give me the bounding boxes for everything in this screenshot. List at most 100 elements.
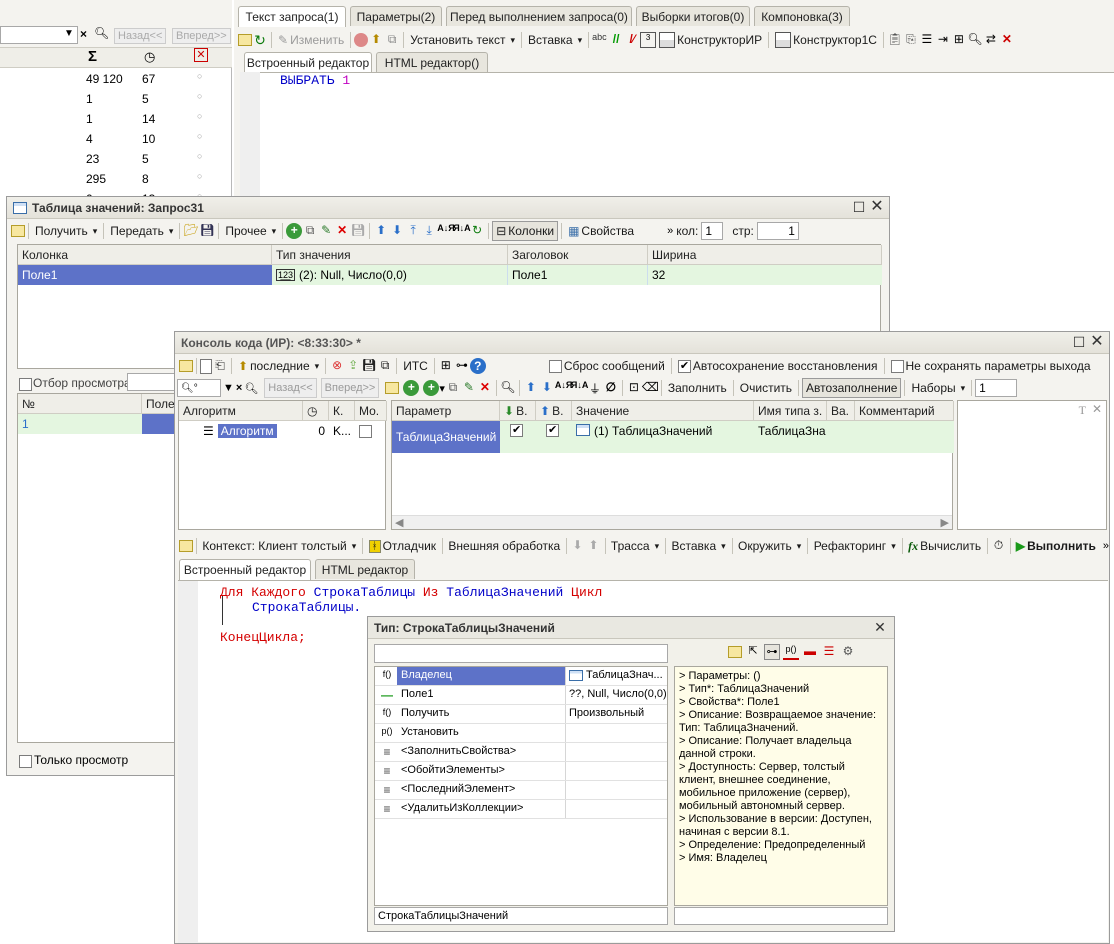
add-dropdown-icon[interactable]: + <box>423 380 440 396</box>
tab-query-1[interactable]: Параметры(2) <box>350 6 442 26</box>
copy-icon[interactable]: ⧉ <box>384 32 400 48</box>
external-processing-button[interactable]: Внешняя обработка <box>445 536 563 556</box>
type-search-input[interactable] <box>374 644 668 663</box>
close-icon[interactable]: × <box>80 27 87 41</box>
timer-icon[interactable]: ⏱ <box>991 538 1007 554</box>
header-number[interactable]: № <box>18 394 142 414</box>
forward-button[interactable]: Вперед>> <box>320 378 380 398</box>
tab-query-3[interactable]: Выборки итогов(0) <box>636 6 750 26</box>
tab-query-0[interactable]: Текст запроса(1) <box>238 6 346 27</box>
reset-messages-checkbox[interactable]: Сброс сообщений <box>546 356 668 376</box>
header-type-name[interactable]: Имя типа з. <box>754 401 827 421</box>
insert-button[interactable]: Вставка <box>525 30 585 50</box>
row-type[interactable]: 1̲2̲3 (2): Null, Число(0,0) <box>272 265 508 285</box>
back-button[interactable]: Назад<< <box>114 28 167 44</box>
gear-icon[interactable]: ⚙ <box>840 644 856 660</box>
properties-button[interactable]: ▦ Свойства <box>565 221 637 241</box>
null-icon[interactable]: ∅ <box>603 380 619 396</box>
arrow-down-icon[interactable]: ⬇ <box>389 223 405 239</box>
subtab-console-1[interactable]: HTML редактор <box>315 559 415 579</box>
find-icon[interactable]: 🔍︎ <box>500 380 516 396</box>
arrow-down-icon[interactable]: ⬇ <box>539 380 555 396</box>
run-button[interactable]: ▶ Выполнить <box>1013 536 1099 556</box>
maximize-button[interactable]: ☐ <box>1071 335 1087 351</box>
paste-icon[interactable]: ⎘ <box>903 32 919 48</box>
trace-button[interactable]: Трасса <box>608 536 662 556</box>
delete-icon[interactable]: ✕ <box>999 32 1015 48</box>
list-item[interactable]: ≡ <ЗаполнитьСвойства> <box>375 743 667 762</box>
table-row[interactable]: 295 8 ○ <box>0 169 232 189</box>
tree-icon[interactable]: ⊞ <box>951 32 967 48</box>
list-item[interactable]: ≡ <ОбойтиЭлементы> <box>375 762 667 781</box>
row-column[interactable]: Поле1 <box>18 265 272 285</box>
spellcheck-icon[interactable]: abc <box>592 32 608 48</box>
subtab-query-1[interactable]: HTML редактор() <box>376 52 488 72</box>
table-row[interactable]: 4 10 ○ <box>0 129 232 149</box>
its-button[interactable]: ИТС <box>400 356 431 376</box>
param-value[interactable]: (1) ТаблицаЗначений <box>572 421 754 453</box>
query-code[interactable]: ВЫБРАТЬ 1 <box>280 73 350 88</box>
sort-asc-icon[interactable]: A↓Я <box>555 380 572 396</box>
clear-comment-icon[interactable]: ✕ <box>1092 402 1102 416</box>
context-button[interactable]: Контекст: Клиент толстый <box>199 536 359 556</box>
algo-search-input[interactable]: 🔍︎° <box>177 379 221 397</box>
param-comment[interactable] <box>855 421 954 453</box>
set-text-button[interactable]: Установить текст <box>407 30 518 50</box>
table-row[interactable]: 1 5 ○ <box>0 89 232 109</box>
open-icon[interactable]: ⎗ <box>212 358 228 374</box>
autosave-checkbox[interactable]: Автосохранение восстановления <box>675 356 881 376</box>
comment-icon[interactable]: // <box>608 32 624 48</box>
header-value[interactable]: Значение <box>572 401 754 421</box>
upload-icon[interactable]: ⬆ <box>368 32 384 48</box>
param-type[interactable]: ТаблицаЗна <box>754 421 827 453</box>
lifebuoy-icon[interactable]: ⊗ <box>329 358 345 374</box>
subtab-query-0[interactable]: Встроенный редактор <box>244 52 372 73</box>
list-item[interactable]: — Поле1 ??, Null, Число(0,0) <box>375 686 667 705</box>
maximize-button[interactable]: ☐ <box>851 200 867 216</box>
row-width[interactable]: 32 <box>648 265 882 285</box>
clear-button[interactable]: Очистить <box>737 378 795 398</box>
subtab-console-0[interactable]: Встроенный редактор <box>179 559 311 580</box>
refactor-button[interactable]: Рефакторинг <box>811 536 899 556</box>
arrow-up-icon[interactable]: ⬆ <box>523 380 539 396</box>
param-in-checkbox[interactable] <box>500 421 536 453</box>
recent-button[interactable]: ⬆ последние <box>235 356 322 376</box>
header-k[interactable]: К. <box>329 401 355 421</box>
close-button[interactable]: ✕ <box>869 199 885 216</box>
header-algorithm[interactable]: Алгоритм <box>179 401 303 421</box>
close-button[interactable]: ✕ <box>1089 334 1105 351</box>
download-icon[interactable]: ⬇ <box>570 538 586 554</box>
list-item[interactable]: f() Владелец ТаблицаЗнач... <box>375 667 667 686</box>
columns-button[interactable]: ⊟ Колонки <box>492 221 559 241</box>
table-row[interactable]: 23 5 ○ <box>0 149 232 169</box>
format-icon[interactable]: 3 <box>640 32 657 48</box>
folder-icon[interactable]: 📂︎ <box>183 223 199 239</box>
menu-icon[interactable] <box>728 646 742 658</box>
list-item[interactable]: p() Установить <box>375 724 667 743</box>
param-name[interactable]: ТаблицаЗначений <box>392 421 500 453</box>
delete-icon[interactable]: ✕ <box>334 223 350 239</box>
param-va[interactable] <box>827 421 855 453</box>
calculate-button[interactable]: fx Вычислить <box>905 536 984 556</box>
get-button[interactable]: Получить <box>32 221 100 241</box>
save-icon[interactable]: 💾︎ <box>361 358 377 374</box>
filter-checkbox[interactable] <box>19 377 32 392</box>
delete-icon[interactable]: ✕ <box>477 380 493 396</box>
replace-icon[interactable]: ⇄ <box>983 32 999 48</box>
sets-button[interactable]: Наборы <box>908 378 968 398</box>
search-icon[interactable]: 🔍︎ <box>94 26 109 40</box>
other-button[interactable]: Прочее <box>222 221 279 241</box>
property-filter-icon[interactable]: ▬ <box>802 644 818 660</box>
header-comment[interactable]: Комментарий <box>855 401 954 421</box>
sort-asc-icon[interactable]: A↓Я <box>437 223 454 239</box>
menu-icon[interactable] <box>179 360 193 372</box>
no-save-params-checkbox[interactable]: Не сохранять параметры выхода <box>888 356 1094 376</box>
autofill-button[interactable]: Автозаполнение <box>802 378 902 398</box>
menu-icon[interactable] <box>179 540 193 552</box>
header-va[interactable]: Ва. <box>827 401 855 421</box>
more-icon[interactable]: » <box>1103 540 1109 552</box>
method-filter-icon[interactable]: ☰ <box>821 644 837 660</box>
copy-row-icon[interactable]: ⧉ <box>445 380 461 396</box>
refresh-icon[interactable]: ↻ <box>469 223 485 239</box>
constructor-ir-button[interactable]: КонструкторИР <box>656 30 765 50</box>
